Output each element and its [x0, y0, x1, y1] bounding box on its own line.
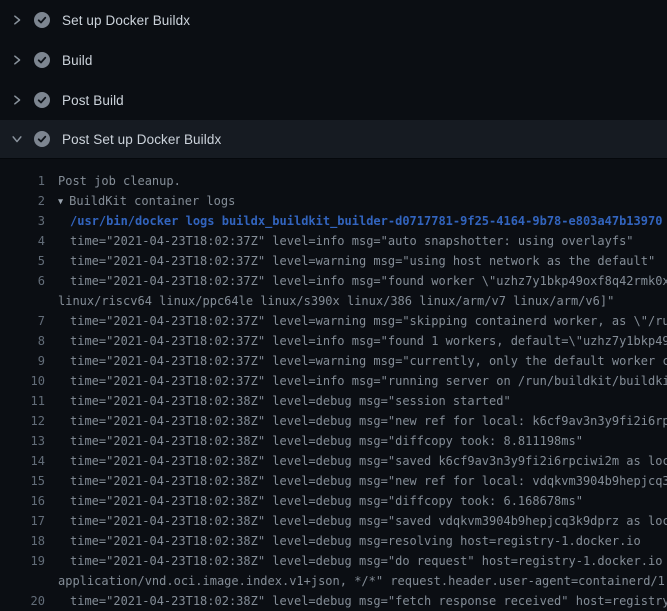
log-line-text: application/vnd.oci.image.index.v1+json,… [45, 571, 667, 591]
log-line-text: time="2021-04-23T18:02:37Z" level=info m… [45, 331, 667, 351]
log-line: 6 time="2021-04-23T18:02:37Z" level=info… [0, 271, 667, 291]
log-line-text: time="2021-04-23T18:02:38Z" level=debug … [45, 451, 667, 471]
log-line-text: Post job cleanup. [45, 171, 181, 191]
log-line-text: time="2021-04-23T18:02:38Z" level=debug … [45, 531, 641, 551]
step-title: Build [62, 53, 93, 68]
log-line-text: time="2021-04-23T18:02:38Z" level=debug … [45, 471, 667, 491]
line-number[interactable]: 8 [0, 331, 45, 351]
log-line: 13 time="2021-04-23T18:02:38Z" level=deb… [0, 431, 667, 451]
chevron-right-icon [10, 13, 24, 27]
log-line-text: time="2021-04-23T18:02:38Z" level=debug … [45, 491, 583, 511]
line-number[interactable]: 18 [0, 531, 45, 551]
log-line: 9 time="2021-04-23T18:02:37Z" level=warn… [0, 351, 667, 371]
log-line: 20 time="2021-04-23T18:02:38Z" level=deb… [0, 591, 667, 611]
log-line-text: time="2021-04-23T18:02:38Z" level=debug … [45, 411, 667, 431]
log-line-text: time="2021-04-23T18:02:37Z" level=warnin… [45, 351, 667, 371]
log-line: 16 time="2021-04-23T18:02:38Z" level=deb… [0, 491, 667, 511]
log-line: 7 time="2021-04-23T18:02:37Z" level=warn… [0, 311, 667, 331]
line-number[interactable]: 9 [0, 351, 45, 371]
step-row[interactable]: Post Set up Docker Buildx [0, 120, 667, 159]
log-line-text: time="2021-04-23T18:02:37Z" level=info m… [45, 231, 634, 251]
line-number[interactable]: 10 [0, 371, 45, 391]
line-number[interactable]: 11 [0, 391, 45, 411]
log-line-text: /usr/bin/docker logs buildx_buildkit_bui… [45, 211, 662, 231]
line-number [0, 571, 45, 591]
log-line: 15 time="2021-04-23T18:02:38Z" level=deb… [0, 471, 667, 491]
log-line-text: ▼ BuildKit container logs [45, 191, 235, 211]
log-line: 12 time="2021-04-23T18:02:38Z" level=deb… [0, 411, 667, 431]
line-number[interactable]: 17 [0, 511, 45, 531]
line-number[interactable]: 14 [0, 451, 45, 471]
actions-log-viewer: Set up Docker Buildx Build Post Buil [0, 0, 667, 611]
log-line-text: linux/riscv64 linux/ppc64le linux/s390x … [45, 291, 614, 311]
line-number[interactable]: 15 [0, 471, 45, 491]
line-number[interactable]: 19 [0, 551, 45, 571]
log-line-text: time="2021-04-23T18:02:37Z" level=info m… [45, 271, 667, 291]
line-number[interactable]: 6 [0, 271, 45, 291]
log-line: 1 Post job cleanup. [0, 171, 667, 191]
step-row[interactable]: Post Build [0, 80, 667, 120]
log-line: 10 time="2021-04-23T18:02:37Z" level=inf… [0, 371, 667, 391]
line-number[interactable]: 16 [0, 491, 45, 511]
step-row[interactable]: Set up Docker Buildx [0, 0, 667, 40]
group-title[interactable]: BuildKit container logs [69, 194, 235, 208]
check-circle-icon [34, 12, 50, 28]
chevron-right-icon [10, 93, 24, 107]
log-line-text: time="2021-04-23T18:02:37Z" level=warnin… [45, 251, 655, 271]
check-circle-icon [34, 92, 50, 108]
log-line: 3 /usr/bin/docker logs buildx_buildkit_b… [0, 211, 667, 231]
line-number[interactable]: 13 [0, 431, 45, 451]
log-line-text: time="2021-04-23T18:02:38Z" level=debug … [45, 551, 667, 571]
log-line-text: time="2021-04-23T18:02:38Z" level=debug … [45, 391, 511, 411]
log-line: 18 time="2021-04-23T18:02:38Z" level=deb… [0, 531, 667, 551]
line-number[interactable]: 12 [0, 411, 45, 431]
log-line: 5 time="2021-04-23T18:02:37Z" level=warn… [0, 251, 667, 271]
chevron-down-icon [10, 132, 24, 146]
line-number[interactable]: 4 [0, 231, 45, 251]
step-title: Set up Docker Buildx [62, 13, 190, 28]
collapse-triangle-icon[interactable]: ▼ [58, 192, 63, 212]
log-line: linux/riscv64 linux/ppc64le linux/s390x … [0, 291, 667, 311]
line-number[interactable]: 1 [0, 171, 45, 191]
line-number[interactable]: 3 [0, 211, 45, 231]
log-line: 11 time="2021-04-23T18:02:38Z" level=deb… [0, 391, 667, 411]
line-number [0, 291, 45, 311]
line-number[interactable]: 5 [0, 251, 45, 271]
log-area: 1 Post job cleanup. 2 ▼ BuildKit containe… [0, 159, 667, 611]
line-number[interactable]: 2 [0, 191, 45, 211]
step-row[interactable]: Build [0, 40, 667, 80]
log-line-text: time="2021-04-23T18:02:37Z" level=info m… [45, 371, 667, 391]
log-line: 17 time="2021-04-23T18:02:38Z" level=deb… [0, 511, 667, 531]
log-line: application/vnd.oci.image.index.v1+json,… [0, 571, 667, 591]
log-line: 2 ▼ BuildKit container logs [0, 191, 667, 211]
check-circle-icon [34, 52, 50, 68]
log-line: 19 time="2021-04-23T18:02:38Z" level=deb… [0, 551, 667, 571]
line-number[interactable]: 20 [0, 591, 45, 611]
chevron-right-icon [10, 53, 24, 67]
line-number[interactable]: 7 [0, 311, 45, 331]
log-line: 4 time="2021-04-23T18:02:37Z" level=info… [0, 231, 667, 251]
log-line-text: time="2021-04-23T18:02:37Z" level=warnin… [45, 311, 667, 331]
log-line-text: time="2021-04-23T18:02:38Z" level=debug … [45, 591, 667, 611]
step-list: Set up Docker Buildx Build Post Buil [0, 0, 667, 159]
log-line-text: time="2021-04-23T18:02:38Z" level=debug … [45, 431, 583, 451]
log-line-text: time="2021-04-23T18:02:38Z" level=debug … [45, 511, 667, 531]
step-title: Post Set up Docker Buildx [62, 132, 221, 147]
log-line: 14 time="2021-04-23T18:02:38Z" level=deb… [0, 451, 667, 471]
check-circle-icon [34, 131, 50, 147]
step-title: Post Build [62, 93, 124, 108]
log-line: 8 time="2021-04-23T18:02:37Z" level=info… [0, 331, 667, 351]
